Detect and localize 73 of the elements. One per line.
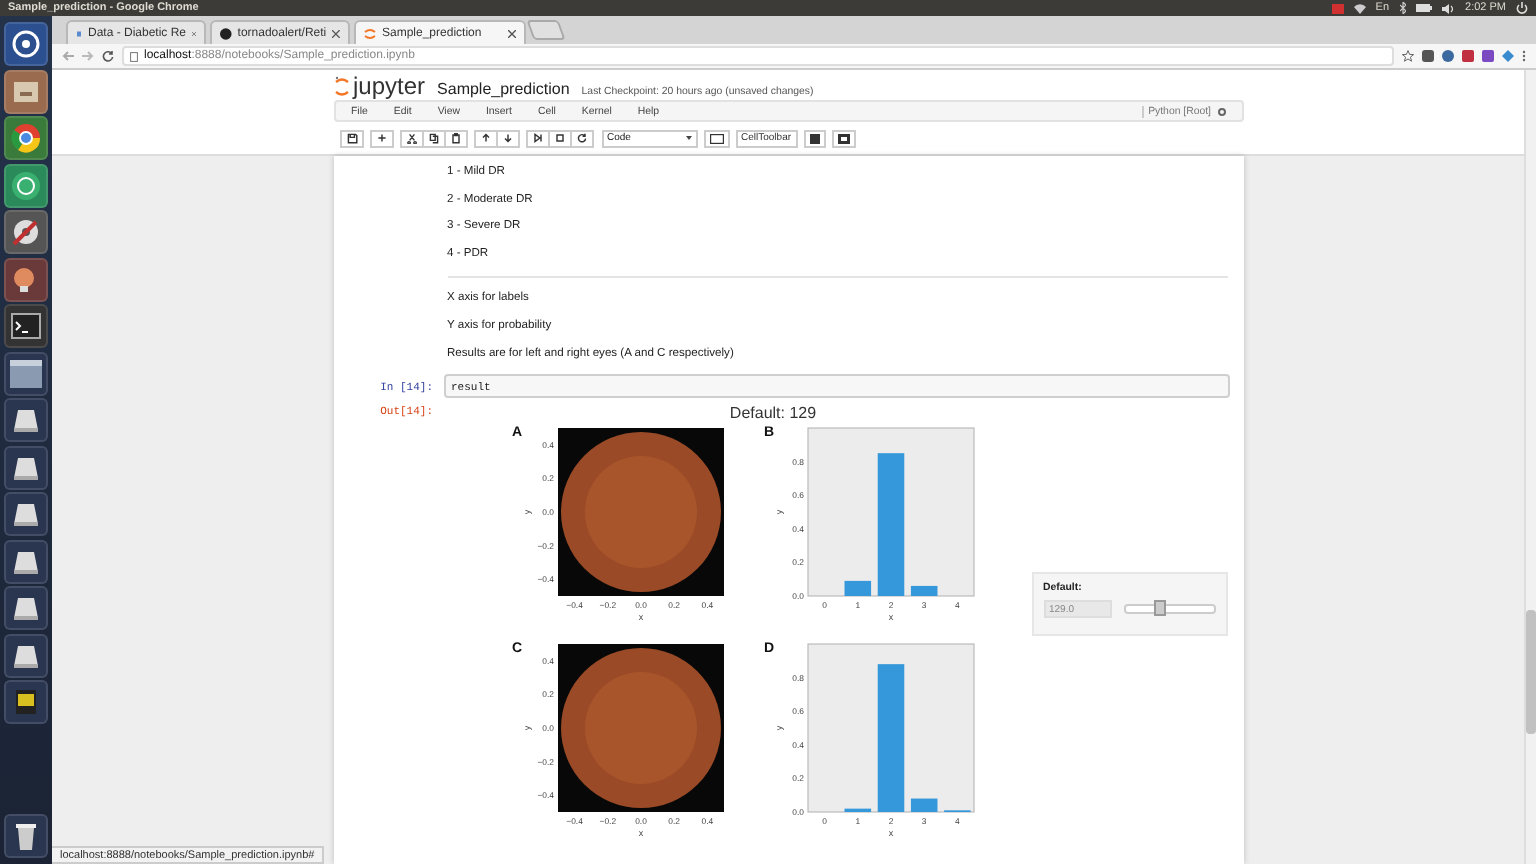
caret-icon [685,136,691,140]
launcher-button[interactable] [4,351,48,395]
keyboard-icon [709,133,723,143]
toolbar-button[interactable] [495,129,519,147]
launcher-button[interactable] [4,22,48,66]
toolbar-button[interactable] [569,129,593,147]
copy-icon [427,132,439,144]
toolbar-button[interactable] [473,129,497,147]
toolbar-button[interactable] [421,129,445,147]
close-icon[interactable] [332,29,340,37]
launcher-button[interactable] [4,257,48,301]
browser-icon [8,120,44,156]
square-icon[interactable] [1482,50,1494,62]
stop-icon [553,132,565,144]
clipboard-icon [449,132,461,144]
launcher-button[interactable] [4,633,48,677]
launcher-button[interactable] [4,539,48,583]
bar [909,586,937,597]
launcher-button[interactable] [4,814,48,858]
circle-logo-icon [8,26,44,62]
arrow-down-icon [501,132,513,144]
toolbar-button[interactable] [803,129,826,147]
plus-icon [375,132,387,144]
toolbar-button[interactable] [525,129,549,147]
volume-icon[interactable] [1441,3,1456,13]
launcher-button[interactable] [4,163,48,207]
launcher-button[interactable] [4,680,48,724]
launcher-button[interactable] [4,210,48,254]
wifi-icon[interactable] [1353,3,1366,13]
toolbar-button[interactable] [399,129,423,147]
launcher-button[interactable] [4,445,48,489]
slider-handle[interactable] [1154,600,1167,617]
save-icon [345,132,357,144]
step-forward-icon [531,132,543,144]
reload-icon[interactable] [102,50,114,62]
close-icon[interactable] [508,29,516,37]
window-icon [8,355,44,391]
bluetooth-icon[interactable] [1399,2,1406,14]
scissors-icon [405,132,417,144]
screen-icon [837,133,850,143]
toolbar-button[interactable] [443,129,467,147]
page-icon [76,27,82,39]
bar [843,581,871,597]
output-title: Default: 129 [727,404,819,423]
arrow-up-icon [479,132,491,144]
launcher-button[interactable] [4,69,48,113]
restart-icon [575,132,587,144]
scrollbar-thumb[interactable] [1526,610,1536,734]
app-logo-text: jupyter [353,74,426,98]
launcher-button[interactable] [4,304,48,348]
toolbar-button[interactable] [831,129,856,147]
star-icon[interactable] [1402,50,1414,62]
bar [843,808,871,813]
diamond-icon[interactable] [1502,50,1514,62]
terminal-icon [8,308,44,344]
toolbar-button[interactable] [547,129,571,147]
logo-icon [333,75,349,97]
page-icon [130,51,138,61]
power-icon[interactable] [1516,2,1528,14]
toolbar-button[interactable] [339,129,363,147]
bar [876,453,904,597]
square-icon[interactable] [1462,50,1474,62]
notebook-name[interactable]: Sample_prediction [437,80,570,98]
orbit-logo-icon [364,27,376,39]
launcher-button[interactable] [4,586,48,630]
toolbar-button[interactable] [369,129,393,147]
slider-track[interactable] [1123,604,1215,615]
toolbar-button[interactable] [703,129,729,147]
circle-logo-icon [220,27,232,39]
launcher-button[interactable] [4,492,48,536]
square-icon [809,133,820,143]
launcher-button[interactable] [4,398,48,442]
battery-icon[interactable] [1415,4,1432,12]
